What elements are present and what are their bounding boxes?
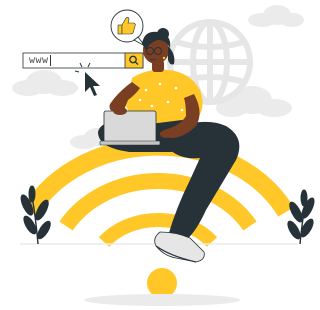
right-plant-decoration: [287, 189, 315, 245]
illustration-scene: www: [0, 0, 316, 310]
text-caret: [50, 55, 51, 66]
illustration-canvas: [12, 5, 315, 306]
laptop-icon: [99, 110, 161, 146]
search-input[interactable]: www: [29, 54, 49, 67]
wifi-icon: [22, 137, 294, 298]
